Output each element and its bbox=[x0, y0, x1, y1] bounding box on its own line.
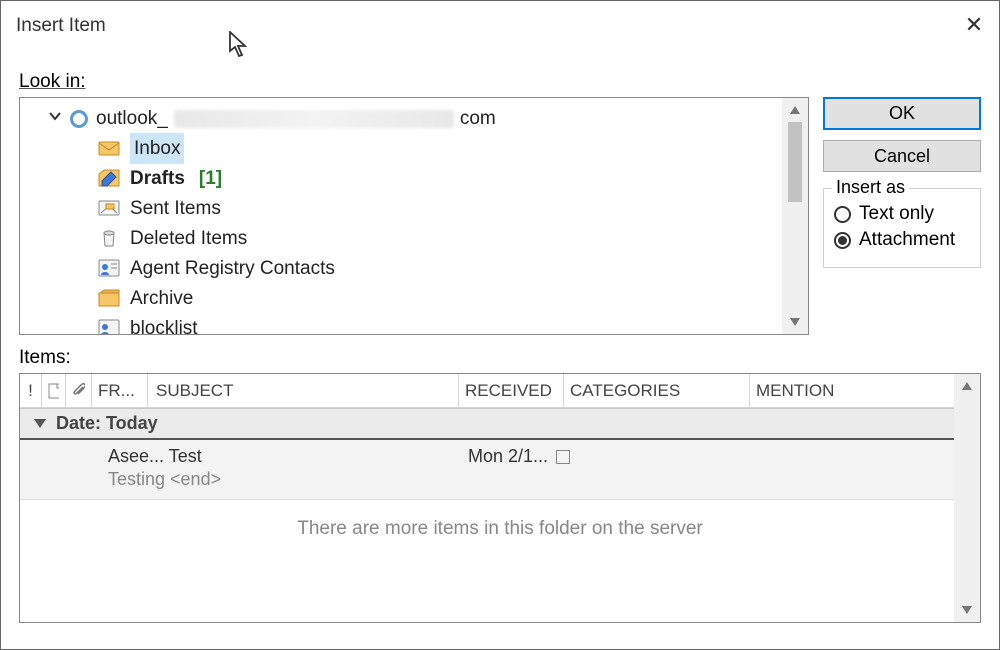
chevron-down-icon[interactable] bbox=[48, 103, 62, 132]
cancel-button[interactable]: Cancel bbox=[823, 140, 981, 172]
folder-label: Drafts bbox=[130, 164, 185, 193]
collapse-icon[interactable] bbox=[34, 419, 46, 428]
folder-label: Deleted Items bbox=[130, 224, 247, 253]
items-scrollbar[interactable] bbox=[954, 374, 980, 622]
col-received[interactable]: RECEIVED bbox=[458, 374, 564, 407]
folder-drafts[interactable]: Drafts [1] bbox=[28, 163, 808, 193]
date-group-header[interactable]: Date: Today bbox=[20, 408, 980, 440]
radio-text-only[interactable]: Text only bbox=[834, 203, 970, 225]
account-name: outlook_ com bbox=[96, 104, 496, 133]
contacts-icon bbox=[98, 258, 120, 278]
folder-deleted[interactable]: Deleted Items bbox=[28, 223, 808, 253]
inbox-icon bbox=[98, 138, 120, 158]
folder-label: Inbox bbox=[130, 133, 184, 164]
col-icon[interactable] bbox=[42, 374, 66, 407]
sent-icon bbox=[98, 198, 120, 218]
folder-archive[interactable]: Archive bbox=[28, 283, 808, 313]
message-received: Mon 2/1... bbox=[468, 446, 548, 467]
message-preview: Testing <end> bbox=[108, 469, 468, 490]
message-row[interactable]: Asee... Test Testing <end> Mon 2/1... bbox=[20, 440, 980, 500]
scroll-down-icon[interactable] bbox=[954, 598, 980, 622]
group-title: Insert as bbox=[832, 177, 909, 198]
column-headers[interactable]: ! FR... SUBJECT RECEIVED CATEGORIES MENT… bbox=[20, 374, 980, 408]
look-in-label: Look in: bbox=[19, 71, 981, 93]
items-list[interactable]: ! FR... SUBJECT RECEIVED CATEGORIES MENT… bbox=[19, 373, 981, 623]
scroll-thumb[interactable] bbox=[788, 122, 802, 202]
radio-icon bbox=[834, 232, 851, 249]
category-box[interactable] bbox=[556, 450, 570, 464]
contacts-icon bbox=[98, 318, 120, 334]
items-label: Items: bbox=[19, 347, 981, 369]
drafts-count: [1] bbox=[199, 164, 222, 193]
more-items-message: There are more items in this folder on t… bbox=[20, 518, 980, 540]
message-from-subject: Asee... Test bbox=[108, 446, 468, 467]
col-mention[interactable]: MENTION bbox=[750, 374, 980, 407]
col-attachment[interactable] bbox=[66, 374, 92, 407]
close-icon[interactable]: ✕ bbox=[964, 16, 984, 36]
folder-agent-contacts[interactable]: Agent Registry Contacts bbox=[28, 253, 808, 283]
folder-blocklist[interactable]: blocklist bbox=[28, 313, 808, 334]
col-importance[interactable]: ! bbox=[20, 374, 42, 407]
page-icon bbox=[48, 383, 59, 399]
folder-icon bbox=[98, 288, 120, 308]
account-icon bbox=[68, 108, 90, 130]
folder-sent[interactable]: Sent Items bbox=[28, 193, 808, 223]
tree-scrollbar[interactable] bbox=[782, 98, 808, 334]
paperclip-icon bbox=[72, 383, 85, 399]
insert-as-group: Insert as Text only Attachment bbox=[823, 188, 981, 268]
col-from[interactable]: FR... bbox=[92, 374, 148, 407]
folder-label: Sent Items bbox=[130, 194, 221, 223]
scroll-down-icon[interactable] bbox=[782, 310, 808, 334]
radio-icon bbox=[834, 206, 851, 223]
col-categories[interactable]: CATEGORIES bbox=[564, 374, 750, 407]
titlebar: Insert Item ✕ bbox=[1, 1, 999, 51]
scroll-up-icon[interactable] bbox=[782, 98, 808, 122]
col-subject[interactable]: SUBJECT bbox=[148, 374, 458, 407]
redacted-text bbox=[174, 110, 454, 128]
trash-icon bbox=[98, 228, 120, 248]
folder-tree[interactable]: outlook_ com Inbox Drafts bbox=[19, 97, 809, 335]
folder-label: Agent Registry Contacts bbox=[130, 254, 335, 283]
drafts-icon bbox=[98, 168, 120, 188]
dialog-title: Insert Item bbox=[16, 15, 964, 37]
ok-button[interactable]: OK bbox=[823, 97, 981, 130]
account-row[interactable]: outlook_ com bbox=[28, 104, 808, 133]
folder-label: blocklist bbox=[130, 314, 198, 334]
radio-attachment[interactable]: Attachment bbox=[834, 229, 970, 251]
folder-label: Archive bbox=[130, 284, 193, 313]
folder-inbox[interactable]: Inbox bbox=[28, 133, 808, 163]
scroll-up-icon[interactable] bbox=[954, 374, 980, 398]
